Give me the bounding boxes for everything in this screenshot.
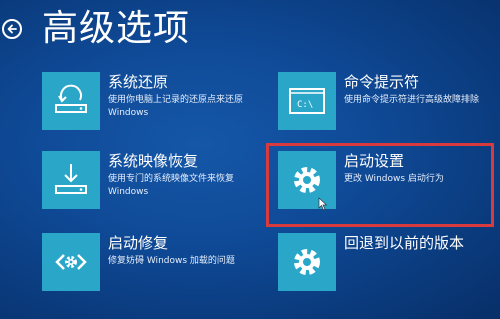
repair-icon [42,233,100,291]
highlight-frame [266,143,494,227]
system-image-recovery-title: 系统映像恢复 [108,152,199,170]
command-prompt-title: 命令提示符 [344,73,420,91]
startup-repair-title: 启动修复 [108,234,169,252]
page-title: 高级选项 [42,8,191,49]
image-recovery-icon [42,151,100,209]
back-button[interactable] [2,19,22,39]
command-prompt-desc: 使用命令提示符进行高级故障排除 [344,95,480,105]
system-restore-desc: 使用你电脑上记录的还原点来还原 Windows [108,95,244,118]
command-prompt-icon: C:\ [278,72,336,130]
system-restore-title: 系统还原 [108,73,169,91]
system-image-recovery-tile[interactable]: 系统映像恢复 使用专门的系统映像文件来恢复 Windows [42,151,262,209]
gear-icon [278,233,336,291]
restore-icon [42,72,100,130]
system-image-recovery-desc: 使用专门的系统映像文件来恢复 Windows [108,174,235,197]
advanced-options-screen: 高级选项 系统还原 使用你电脑上记录的还原点来还原 Windows C:\ 命令… [0,0,500,319]
mouse-cursor-icon [318,197,328,211]
command-prompt-icon-text: C:\ [297,100,313,110]
back-arrow-icon [7,24,17,34]
startup-repair-desc: 修复妨碍 Windows 加载的问题 [108,256,235,266]
system-restore-tile[interactable]: 系统还原 使用你电脑上记录的还原点来还原 Windows [42,72,262,130]
go-back-previous-tile[interactable]: 回退到以前的版本 [278,233,493,291]
go-back-previous-title: 回退到以前的版本 [344,234,465,252]
command-prompt-tile[interactable]: C:\ 命令提示符 使用命令提示符进行高级故障排除 [278,72,493,130]
startup-repair-tile[interactable]: 启动修复 修复妨碍 Windows 加载的问题 [42,233,262,291]
